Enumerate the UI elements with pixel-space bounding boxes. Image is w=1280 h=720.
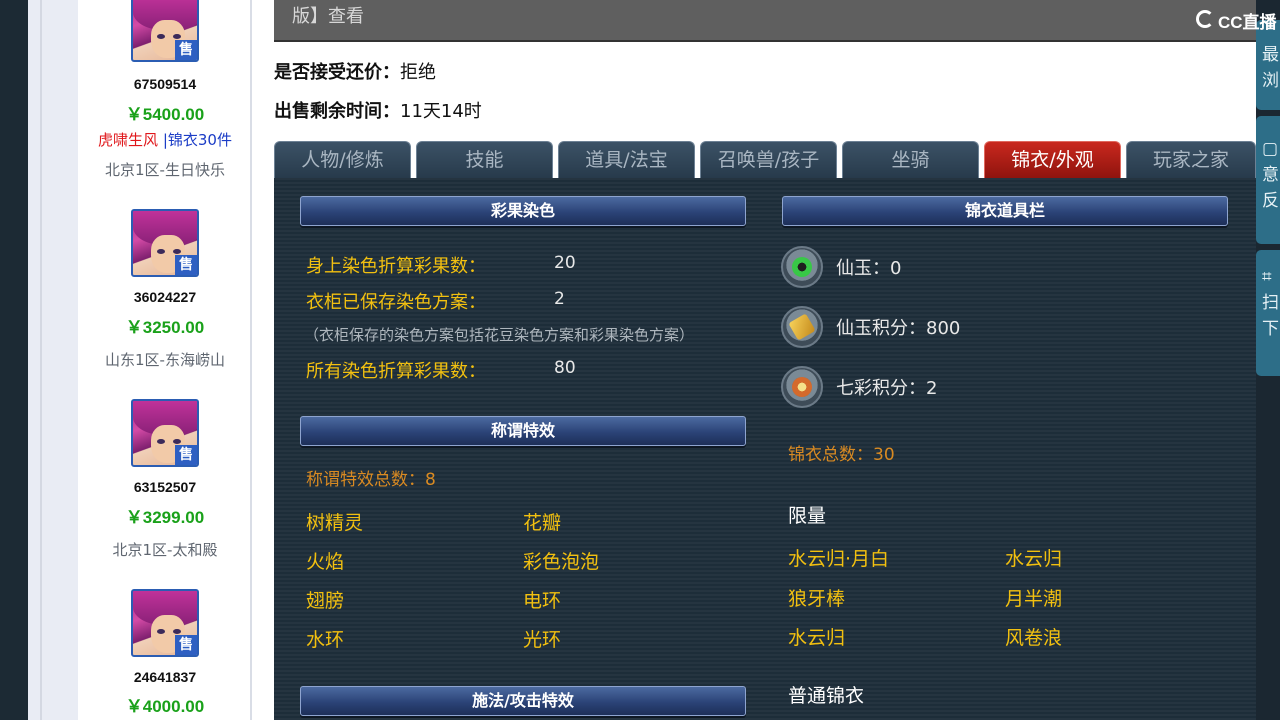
tab-outfits[interactable]: 锦衣/外观: [984, 141, 1121, 178]
tab-items[interactable]: 道具/法宝: [558, 141, 695, 178]
limited-outfit-item: 月半潮: [1005, 588, 1063, 610]
scan-icon: ⌗: [1262, 267, 1272, 287]
time-left-value: 11天14时: [400, 101, 482, 122]
watermark-small: CC直播: [1218, 13, 1277, 32]
dye-section-header: 彩果染色: [300, 196, 746, 226]
wardrobe-section-header: 锦衣道具栏: [782, 196, 1228, 226]
spell-effects-header: 施法/攻击特效: [300, 686, 746, 716]
counter-offer-label: 是否接受还价：: [274, 62, 400, 83]
title-effects-header: 称谓特效: [300, 416, 746, 446]
listing-tags: 虎啸生风 |锦衣30件: [78, 129, 252, 150]
listing-price: ￥3299.00: [125, 508, 205, 527]
tab-character[interactable]: 人物/修炼: [274, 141, 411, 178]
rainbow-points-balance: 七彩积分：2: [836, 378, 938, 399]
tag-title: 虎啸生风: [98, 131, 159, 149]
widget-text: 最: [1262, 45, 1279, 65]
widget-text: 扫: [1262, 293, 1279, 313]
rainbow-points-icon: [781, 366, 823, 408]
jade-points-card-icon: [781, 306, 823, 348]
widget-text: 下: [1262, 319, 1279, 339]
listing-sidebar: 售 67509514 ￥5400.00 虎啸生风 |锦衣30件 北京1区-生日快…: [78, 0, 252, 720]
window-left-edge: [0, 0, 28, 720]
side-widget-recent[interactable]: 最 浏: [1256, 20, 1280, 110]
title-effect-item: 光环: [523, 629, 562, 651]
title-effect-item: 花瓣: [523, 512, 562, 534]
listing-id[interactable]: 36024227: [78, 289, 252, 305]
jade-points-balance: 仙玉积分：800: [836, 318, 961, 339]
tag-separator: |: [158, 131, 168, 149]
character-avatar[interactable]: 售: [131, 0, 199, 62]
normal-outfit-label: 普通锦衣: [788, 685, 865, 707]
saved-dye-label: 衣柜已保存染色方案：: [306, 292, 486, 313]
time-left-row: 出售剩余时间：11天14时: [274, 97, 482, 123]
limited-outfit-item: 狼牙棒: [788, 588, 846, 610]
for-sale-badge: 售: [175, 255, 197, 275]
body-dye-label: 身上染色折算彩果数：: [306, 256, 486, 277]
tab-summons[interactable]: 召唤兽/孩子: [700, 141, 837, 178]
listing-id[interactable]: 24641837: [78, 669, 252, 685]
jade-balance: 仙玉：0: [836, 258, 902, 279]
left-margin: [28, 0, 78, 720]
widget-text: 反: [1262, 191, 1279, 211]
character-avatar[interactable]: 售: [131, 589, 199, 657]
time-left-label: 出售剩余时间：: [274, 101, 400, 122]
body-dye-value: 20: [554, 253, 576, 273]
limited-outfit-item: 水云归·月白: [788, 548, 890, 570]
counter-offer-value: 拒绝: [400, 62, 436, 83]
left-divider: [40, 0, 42, 720]
title-effect-item: 电环: [523, 590, 562, 612]
widget-text: 意: [1262, 165, 1279, 185]
listing-server: 北京1区-太和殿: [112, 541, 218, 559]
top-bar[interactable]: 版】查看: [274, 0, 1256, 42]
widget-text: 浏: [1262, 71, 1279, 91]
dye-note: （衣柜保存的染色方案包括花豆染色方案和彩果染色方案）: [304, 326, 695, 344]
character-avatar[interactable]: 售: [131, 399, 199, 467]
feedback-icon: ▢: [1262, 139, 1279, 159]
detail-tabs: 人物/修炼 技能 道具/法宝 召唤兽/孩子 坐骑 锦衣/外观 玩家之家: [274, 141, 1256, 178]
side-widget-scan[interactable]: ⌗ 扫 下: [1256, 250, 1280, 376]
tab-mounts[interactable]: 坐骑: [842, 141, 979, 178]
tab-player-home[interactable]: 玩家之家: [1126, 141, 1256, 178]
watermark-big: CC直播: [1126, 53, 1244, 91]
for-sale-badge: 售: [175, 40, 197, 60]
limited-label: 限量: [788, 505, 827, 527]
listing-server: 山东1区-东海崂山: [105, 351, 225, 369]
character-avatar[interactable]: 售: [131, 209, 199, 277]
limited-outfit-item: 风卷浪: [1005, 627, 1063, 649]
listing-id[interactable]: 67509514: [78, 76, 252, 92]
for-sale-badge: 售: [175, 635, 197, 655]
saved-dye-value: 2: [554, 289, 565, 309]
total-dye-label: 所有染色折算彩果数：: [306, 361, 486, 382]
title-effect-item: 树精灵: [306, 512, 364, 534]
jade-coin-icon: [781, 246, 823, 288]
limited-outfit-item: 水云归: [1005, 548, 1063, 570]
tag-outfit-count: 锦衣30件: [167, 131, 232, 149]
side-widget-feedback[interactable]: ▢ 意 反: [1256, 116, 1280, 244]
outfit-panel: 彩果染色 身上染色折算彩果数： 20 衣柜已保存染色方案： 2 （衣柜保存的染色…: [274, 178, 1256, 720]
total-dye-value: 80: [554, 358, 576, 378]
listing-server: 北京1区-生日快乐: [105, 161, 225, 179]
tab-skills[interactable]: 技能: [416, 141, 553, 178]
title-effect-item: 彩色泡泡: [523, 551, 600, 573]
title-effect-item: 水环: [306, 629, 345, 651]
main-content: 版】查看 是否接受还价：拒绝 出售剩余时间：11天14时 人物/修炼 技能 道具…: [252, 0, 1256, 720]
listing-id[interactable]: 63152507: [78, 479, 252, 495]
listing-price: ￥3250.00: [125, 318, 205, 337]
title-effects-count: 称谓特效总数：8: [306, 470, 436, 490]
for-sale-badge: 售: [175, 445, 197, 465]
listing-price: ￥4000.00: [125, 697, 205, 716]
title-effect-item: 翅膀: [306, 590, 345, 612]
limited-outfit-item: 水云归: [788, 627, 846, 649]
counter-offer-row: 是否接受还价：拒绝: [274, 58, 436, 84]
outfit-total-count: 锦衣总数：30: [788, 445, 895, 465]
listing-price: ￥5400.00: [125, 105, 205, 124]
title-effect-item: 火焰: [306, 551, 345, 573]
